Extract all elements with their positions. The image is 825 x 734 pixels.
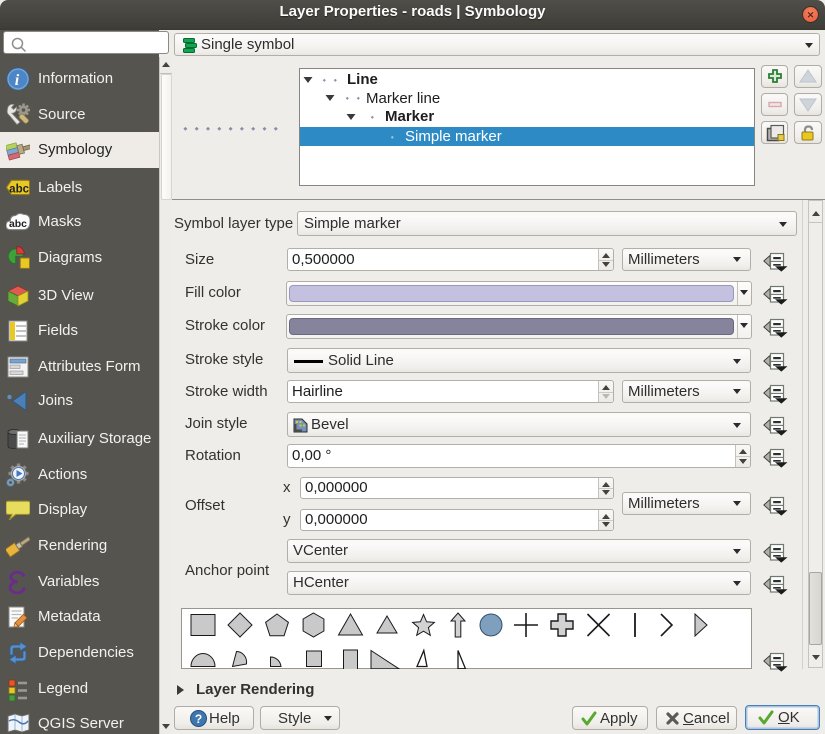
- svg-text:?: ?: [195, 712, 202, 726]
- svg-text:abc: abc: [9, 219, 27, 230]
- svg-text:abc: abc: [9, 183, 29, 195]
- svg-text:i: i: [15, 72, 20, 89]
